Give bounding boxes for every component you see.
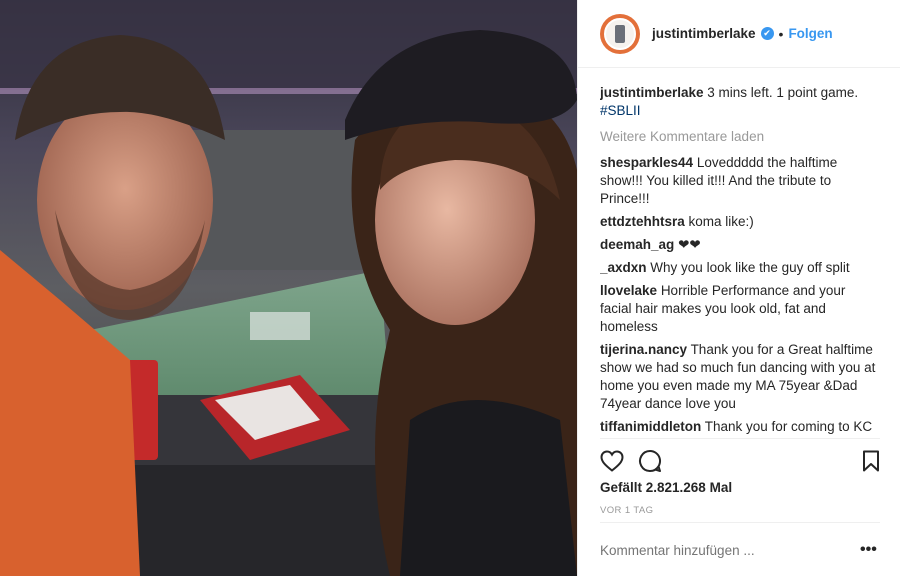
load-more-comments-button[interactable]: Weitere Kommentare laden xyxy=(600,128,880,146)
comment-item: llovelake Horrible Performance and your … xyxy=(600,282,880,336)
comment-item: _axdxn Why you look like the guy off spl… xyxy=(600,259,880,277)
caption-username[interactable]: justintimberlake xyxy=(600,85,704,100)
comment-username[interactable]: ettdztehhtsra xyxy=(600,214,685,229)
post-sidebar: justintimberlake ✔ • Folgen justintimber… xyxy=(577,0,900,576)
heart-icon[interactable] xyxy=(600,450,624,472)
header-separator: • xyxy=(778,25,784,42)
likes-count[interactable]: Gefällt 2.821.268 Mal xyxy=(600,480,732,495)
more-options-icon[interactable]: ••• xyxy=(860,541,877,559)
comment-item: deemah_ag ❤❤ xyxy=(600,236,880,254)
comment-item: tijerina.nancy Thank you for a Great hal… xyxy=(600,341,880,413)
selfie-image xyxy=(0,0,577,576)
post-header: justintimberlake ✔ • Folgen xyxy=(578,0,900,68)
verified-badge-icon: ✔ xyxy=(760,27,774,40)
comment-text: ❤❤ xyxy=(678,237,701,252)
action-bar xyxy=(600,447,880,475)
comment-item: shesparkles44 Loveddddd the halftime sho… xyxy=(600,154,880,208)
follow-button[interactable]: Folgen xyxy=(788,26,832,41)
comment-item: tiffanimiddleton Thank you for coming to… xyxy=(600,418,880,438)
comment-username[interactable]: deemah_ag xyxy=(600,237,674,252)
caption-text: 3 mins left. 1 point game. xyxy=(707,85,859,100)
bookmark-icon[interactable] xyxy=(862,450,880,472)
comment-username[interactable]: _axdxn xyxy=(600,260,647,275)
comment-bubble-icon[interactable] xyxy=(638,449,662,473)
avatar[interactable] xyxy=(600,13,640,54)
comment-username[interactable]: llovelake xyxy=(600,283,657,298)
divider xyxy=(600,522,880,523)
comment-text: koma like:) xyxy=(688,214,754,229)
comment-username[interactable]: tijerina.nancy xyxy=(600,342,687,357)
header-username[interactable]: justintimberlake xyxy=(652,26,756,41)
comment-username[interactable]: tiffanimiddleton xyxy=(600,419,701,434)
comments-list[interactable]: justintimberlake 3 mins left. 1 point ga… xyxy=(600,84,880,438)
comment-username[interactable]: shesparkles44 xyxy=(600,155,693,170)
caption-hashtag[interactable]: #SBLII xyxy=(600,103,641,118)
post-photo[interactable] xyxy=(0,0,577,576)
instagram-post: justintimberlake ✔ • Folgen justintimber… xyxy=(0,0,900,576)
comment-item: ettdztehhtsra koma like:) xyxy=(600,213,880,231)
divider xyxy=(600,438,880,439)
add-comment-input[interactable] xyxy=(600,540,880,560)
avatar-image xyxy=(604,17,636,50)
comment-text: Why you look like the guy off split xyxy=(650,260,850,275)
post-timestamp: VOR 1 TAG xyxy=(600,505,654,516)
post-caption: justintimberlake 3 mins left. 1 point ga… xyxy=(600,84,880,120)
